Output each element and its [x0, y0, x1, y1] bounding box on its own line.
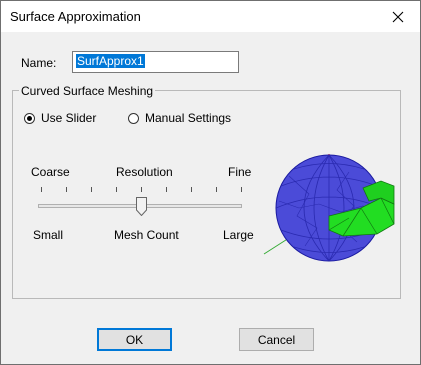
- manual-settings-radio[interactable]: Manual Settings: [128, 111, 231, 125]
- slider-tick: [91, 187, 92, 192]
- slider-thumb[interactable]: [136, 197, 147, 216]
- title-bar: Surface Approximation: [1, 1, 420, 32]
- slider-tick: [216, 187, 217, 192]
- resolution-label: Resolution: [116, 165, 173, 179]
- small-label: Small: [33, 228, 64, 242]
- slider-tick: [66, 187, 67, 192]
- cancel-button[interactable]: Cancel: [239, 328, 314, 351]
- cancel-button-label: Cancel: [257, 332, 296, 347]
- manual-settings-radio-dot: [128, 112, 139, 124]
- slider-tick: [41, 187, 42, 192]
- window-title: Surface Approximation: [10, 9, 141, 24]
- slider-tick: [241, 187, 242, 192]
- mesh-count-label: Mesh Count: [114, 228, 179, 242]
- slider-tick: [166, 187, 167, 192]
- name-label: Name:: [21, 56, 57, 70]
- group-title: Curved Surface Meshing: [19, 84, 156, 98]
- close-button[interactable]: [375, 1, 420, 32]
- ok-button-label: OK: [125, 332, 144, 347]
- manual-settings-label: Manual Settings: [145, 111, 232, 125]
- slider-tick: [141, 187, 142, 192]
- name-input[interactable]: SurfApprox1: [72, 51, 239, 73]
- use-slider-radio-dot: [24, 112, 35, 124]
- slider-tick: [191, 187, 192, 192]
- use-slider-radio[interactable]: Use Slider: [24, 111, 96, 125]
- name-input-value: SurfApprox1: [76, 54, 145, 68]
- ok-button[interactable]: OK: [97, 328, 172, 351]
- dialog-window: Surface Approximation Name: SurfApprox1 …: [0, 0, 421, 365]
- coarse-label: Coarse: [31, 165, 70, 179]
- mesh-preview-image: [263, 154, 395, 262]
- axis-line: [263, 237, 290, 255]
- use-slider-label: Use Slider: [41, 111, 97, 125]
- slider-tick: [116, 187, 117, 192]
- slider-ticks: [41, 187, 242, 197]
- large-label: Large: [223, 228, 254, 242]
- close-icon: [392, 11, 403, 22]
- fine-label: Fine: [228, 165, 252, 179]
